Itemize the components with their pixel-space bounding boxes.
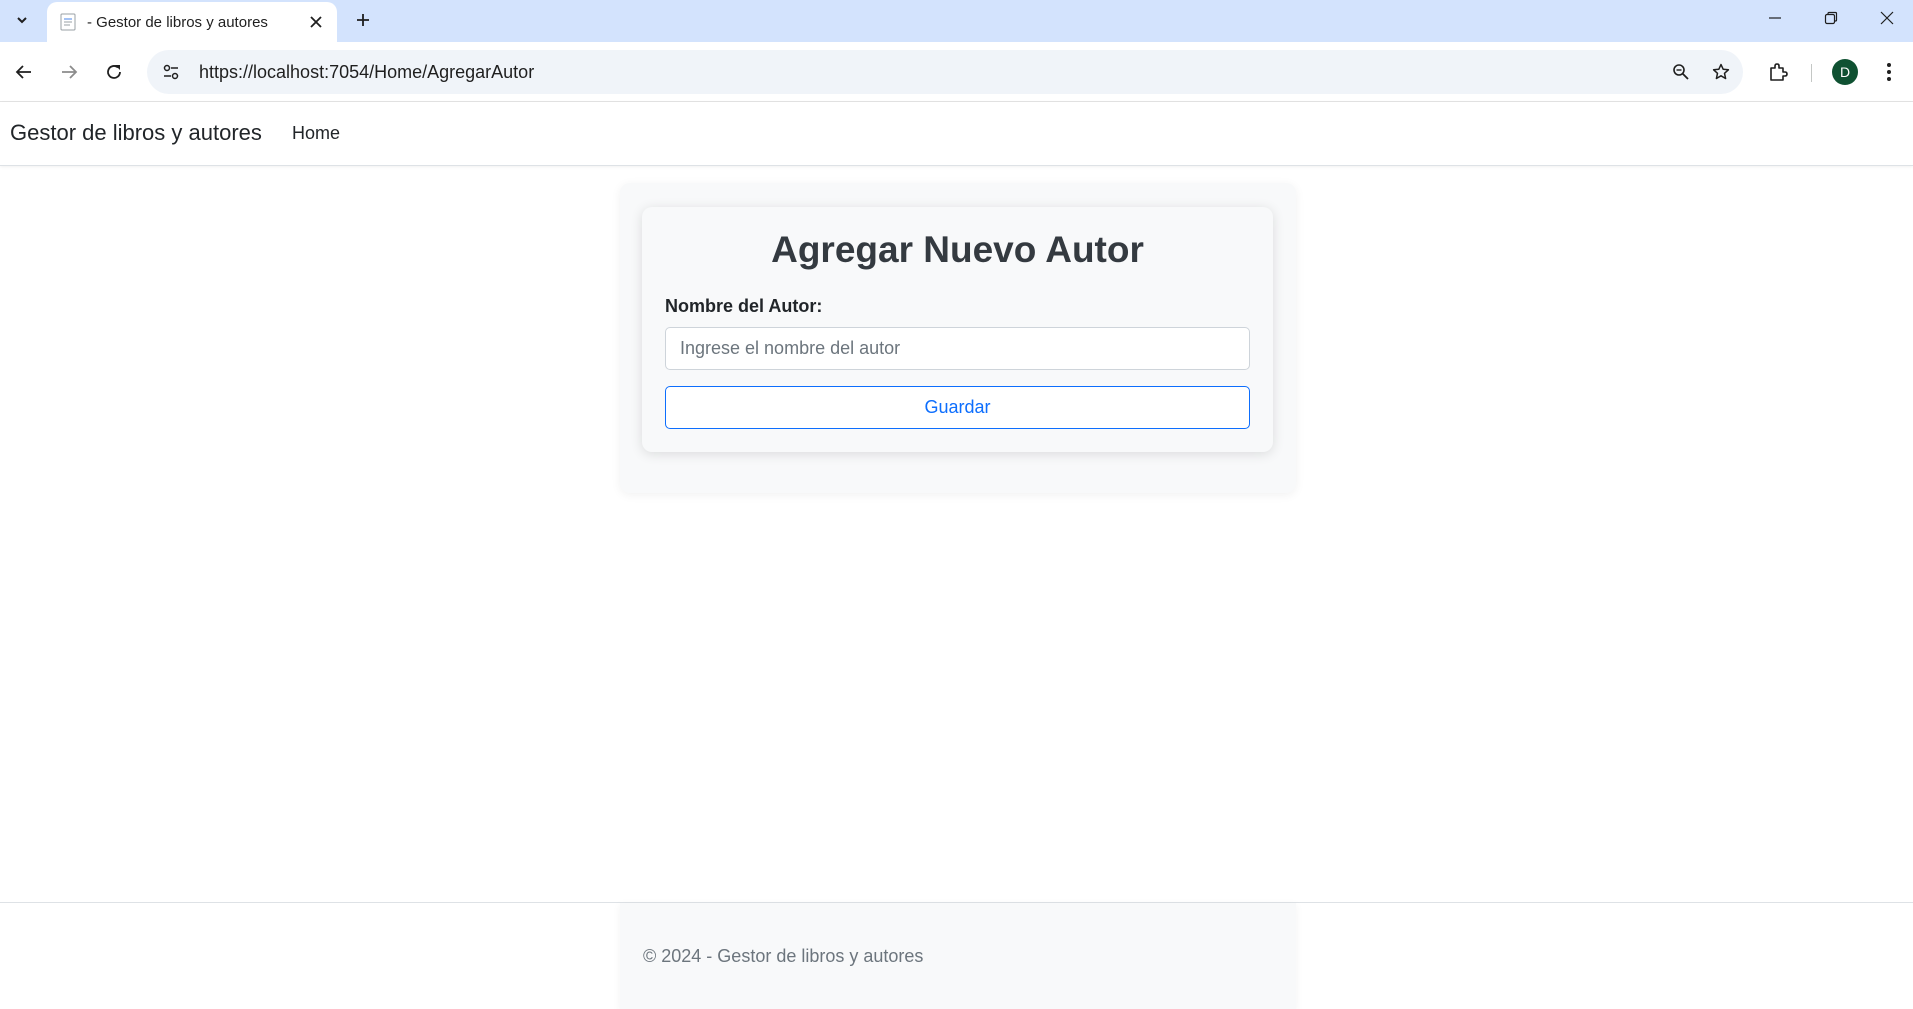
forward-button[interactable]	[51, 54, 87, 90]
author-name-input[interactable]	[665, 327, 1250, 370]
restore-button[interactable]	[1803, 0, 1859, 36]
browser-toolbar: https://localhost:7054/Home/AgregarAutor	[0, 42, 1913, 102]
author-name-label: Nombre del Autor:	[665, 296, 823, 316]
zoom-icon[interactable]	[1663, 54, 1699, 90]
nav-link-home[interactable]: Home	[292, 123, 340, 144]
minimize-icon	[1769, 17, 1781, 19]
site-settings-icon[interactable]	[157, 58, 185, 86]
site-footer: © 2024 - Gestor de libros y autores	[0, 902, 1913, 1009]
address-bar[interactable]: https://localhost:7054/Home/AgregarAutor	[147, 50, 1743, 94]
reload-button[interactable]	[96, 54, 132, 90]
close-icon	[1880, 11, 1894, 25]
close-window-button[interactable]	[1859, 0, 1913, 36]
more-menu-icon[interactable]	[1871, 54, 1907, 90]
bookmark-star-icon[interactable]	[1703, 54, 1739, 90]
browser-tab[interactable]: - Gestor de libros y autores	[47, 2, 337, 42]
footer-container: © 2024 - Gestor de libros y autores	[620, 903, 1296, 1009]
tab-title: - Gestor de libros y autores	[87, 13, 268, 31]
reload-icon	[107, 65, 121, 79]
arrow-right-icon	[62, 65, 78, 79]
toolbar-divider	[1811, 64, 1812, 82]
browser-tabstrip: - Gestor de libros y autores	[0, 0, 1913, 42]
add-author-form: Agregar Nuevo Autor Nombre del Autor: Gu…	[642, 207, 1273, 452]
save-button[interactable]: Guardar	[665, 386, 1250, 429]
back-button[interactable]	[6, 54, 42, 90]
page-title: Agregar Nuevo Autor	[771, 229, 1144, 270]
restore-icon	[1824, 11, 1838, 25]
arrow-left-icon	[15, 65, 31, 79]
url-text[interactable]: https://localhost:7054/Home/AgregarAutor	[199, 62, 1663, 83]
new-tab-button[interactable]	[349, 6, 377, 34]
navbar-brand[interactable]: Gestor de libros y autores	[10, 120, 262, 146]
tab-search-button[interactable]	[8, 6, 36, 34]
extensions-icon[interactable]	[1760, 54, 1796, 90]
footer-copyright: © 2024 - Gestor de libros y autores	[643, 946, 924, 966]
profile-avatar[interactable]: D	[1832, 59, 1858, 85]
plus-icon	[357, 14, 369, 26]
page-icon	[59, 13, 77, 31]
minimize-button[interactable]	[1747, 0, 1803, 36]
site-navbar: Gestor de libros y autores Home	[0, 102, 1913, 166]
chevron-down-icon	[17, 17, 27, 24]
close-icon[interactable]	[305, 11, 327, 33]
